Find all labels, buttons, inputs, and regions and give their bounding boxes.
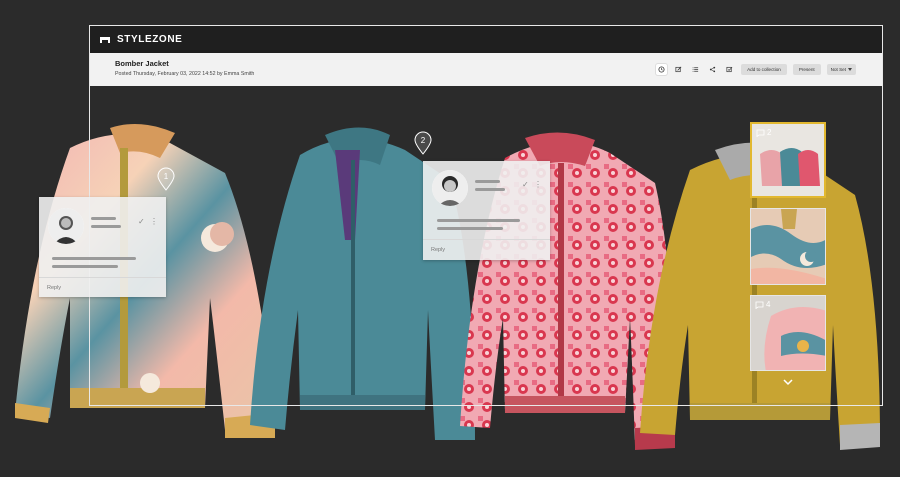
brand-name: STYLEZONE [117, 34, 183, 45]
status-select-value: Not Set [830, 67, 846, 72]
chevron-down-icon [848, 68, 852, 71]
post-meta: Posted Thursday, February 03, 2022 14:52… [115, 71, 255, 77]
post-toolbar: Add to collection Present Not Set [656, 64, 856, 75]
resolve-check-icon[interactable]: ✓ [138, 217, 145, 226]
more-options-icon[interactable]: ⋮ [150, 217, 158, 226]
add-to-collection-button[interactable]: Add to collection [741, 64, 787, 75]
thumbnail-2[interactable] [750, 208, 826, 285]
comment-icon [755, 301, 764, 309]
post-header: Bomber Jacket Posted Thursday, February … [90, 53, 882, 86]
card-divider [39, 277, 166, 278]
share-button[interactable] [707, 64, 718, 75]
edit-icon [675, 66, 682, 73]
comment-card-1: ✓ ⋮ Reply [39, 197, 166, 297]
thumbnail-comment-count: 2 [756, 128, 771, 137]
comment-icon [756, 129, 765, 137]
card-divider [423, 239, 550, 240]
edit-button[interactable] [673, 64, 684, 75]
annotate-icon [726, 66, 733, 73]
comment-text-placeholder [437, 219, 520, 222]
author-role-placeholder [91, 225, 121, 228]
share-icon [709, 66, 716, 73]
comment-card-2: ✓ ⋮ Reply [423, 161, 550, 260]
comment-pin-1[interactable]: 1 [157, 167, 175, 191]
thumbnail-3[interactable]: 4 [750, 295, 826, 371]
top-bar: STYLEZONE [90, 26, 882, 53]
thumbnail-comment-count: 4 [755, 300, 770, 309]
scroll-down-chevron-icon[interactable] [783, 378, 793, 386]
comment-text-placeholder [437, 227, 503, 230]
reply-link[interactable]: Reply [431, 247, 445, 253]
history-button[interactable] [656, 64, 668, 75]
list-button[interactable] [690, 64, 701, 75]
author-role-placeholder [475, 188, 505, 191]
thumbnail-1[interactable]: 2 [750, 122, 826, 198]
avatar [432, 170, 468, 206]
reply-link[interactable]: Reply [47, 285, 61, 291]
comment-pin-2[interactable]: 2 [414, 131, 432, 155]
comment-text-placeholder [52, 265, 118, 268]
resolve-check-icon[interactable]: ✓ [522, 180, 529, 189]
comment-pin-number: 1 [163, 172, 169, 181]
avatar [48, 208, 84, 244]
present-button[interactable]: Present [792, 64, 821, 75]
history-icon [658, 66, 665, 73]
comment-pin-number: 2 [420, 136, 426, 145]
comment-text-placeholder [52, 257, 136, 260]
annotate-button[interactable] [724, 64, 735, 75]
stylezone-logo-icon [100, 36, 110, 43]
more-options-icon[interactable]: ⋮ [534, 180, 542, 189]
author-name-placeholder [475, 180, 500, 183]
status-select[interactable]: Not Set [826, 64, 856, 75]
author-name-placeholder [91, 217, 116, 220]
post-title: Bomber Jacket [115, 59, 169, 68]
list-icon [692, 67, 699, 72]
